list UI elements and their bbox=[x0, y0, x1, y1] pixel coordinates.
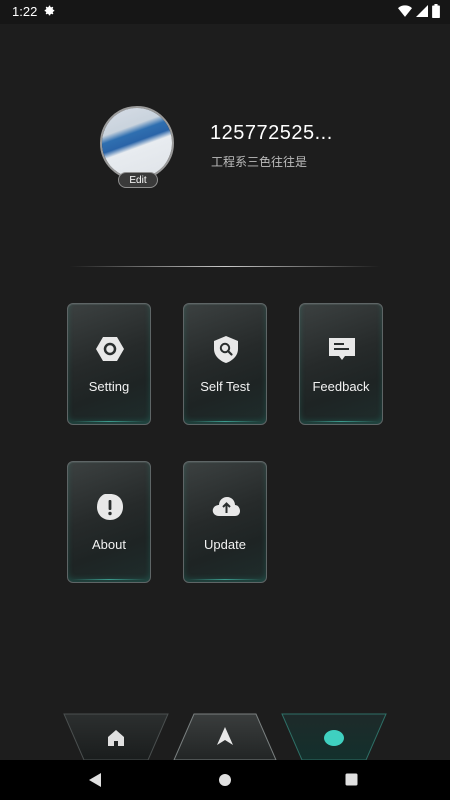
setting-label: Setting bbox=[88, 379, 130, 394]
home-icon bbox=[108, 730, 124, 746]
shield-search-icon bbox=[214, 336, 238, 363]
feedback-tile[interactable]: Feedback bbox=[299, 303, 383, 425]
battery-icon bbox=[432, 4, 440, 18]
dot-icon bbox=[324, 730, 344, 746]
self-test-tile[interactable]: Self Test bbox=[183, 303, 267, 425]
status-icons bbox=[398, 4, 440, 18]
update-label: Update bbox=[204, 537, 246, 552]
settings-hex-icon bbox=[96, 337, 124, 361]
setting-tile[interactable]: Setting bbox=[67, 303, 151, 425]
user-subtitle: 工程系三色往往是 bbox=[211, 155, 308, 169]
nav-navigate[interactable] bbox=[172, 708, 278, 761]
recents-icon[interactable] bbox=[345, 773, 358, 786]
message-icon bbox=[329, 338, 355, 360]
nav-dot[interactable] bbox=[280, 708, 388, 761]
info-exclamation-icon bbox=[97, 494, 123, 520]
feedback-label: Feedback bbox=[312, 379, 370, 394]
about-label: About bbox=[92, 537, 126, 552]
nav-home[interactable] bbox=[62, 708, 170, 761]
system-nav-bar bbox=[0, 760, 450, 800]
avatar[interactable] bbox=[100, 106, 174, 180]
gear-icon bbox=[44, 5, 55, 16]
status-bar: 1:22 bbox=[0, 0, 450, 24]
back-icon[interactable] bbox=[88, 772, 102, 788]
wifi-icon bbox=[398, 5, 412, 17]
status-time: 1:22 bbox=[12, 4, 38, 19]
home-circle-icon[interactable] bbox=[218, 773, 232, 787]
about-tile[interactable]: About bbox=[67, 461, 151, 583]
self-test-label: Self Test bbox=[200, 379, 250, 394]
navigate-arrow-icon bbox=[217, 727, 233, 745]
avatar-image bbox=[102, 108, 172, 178]
cloud-upload-icon bbox=[212, 497, 240, 516]
edit-button[interactable]: Edit bbox=[118, 172, 158, 188]
update-tile[interactable]: Update bbox=[183, 461, 267, 583]
user-id: 125772525... bbox=[210, 122, 333, 144]
divider bbox=[70, 266, 380, 267]
bottom-nav bbox=[0, 708, 450, 761]
signal-icon bbox=[416, 5, 428, 17]
